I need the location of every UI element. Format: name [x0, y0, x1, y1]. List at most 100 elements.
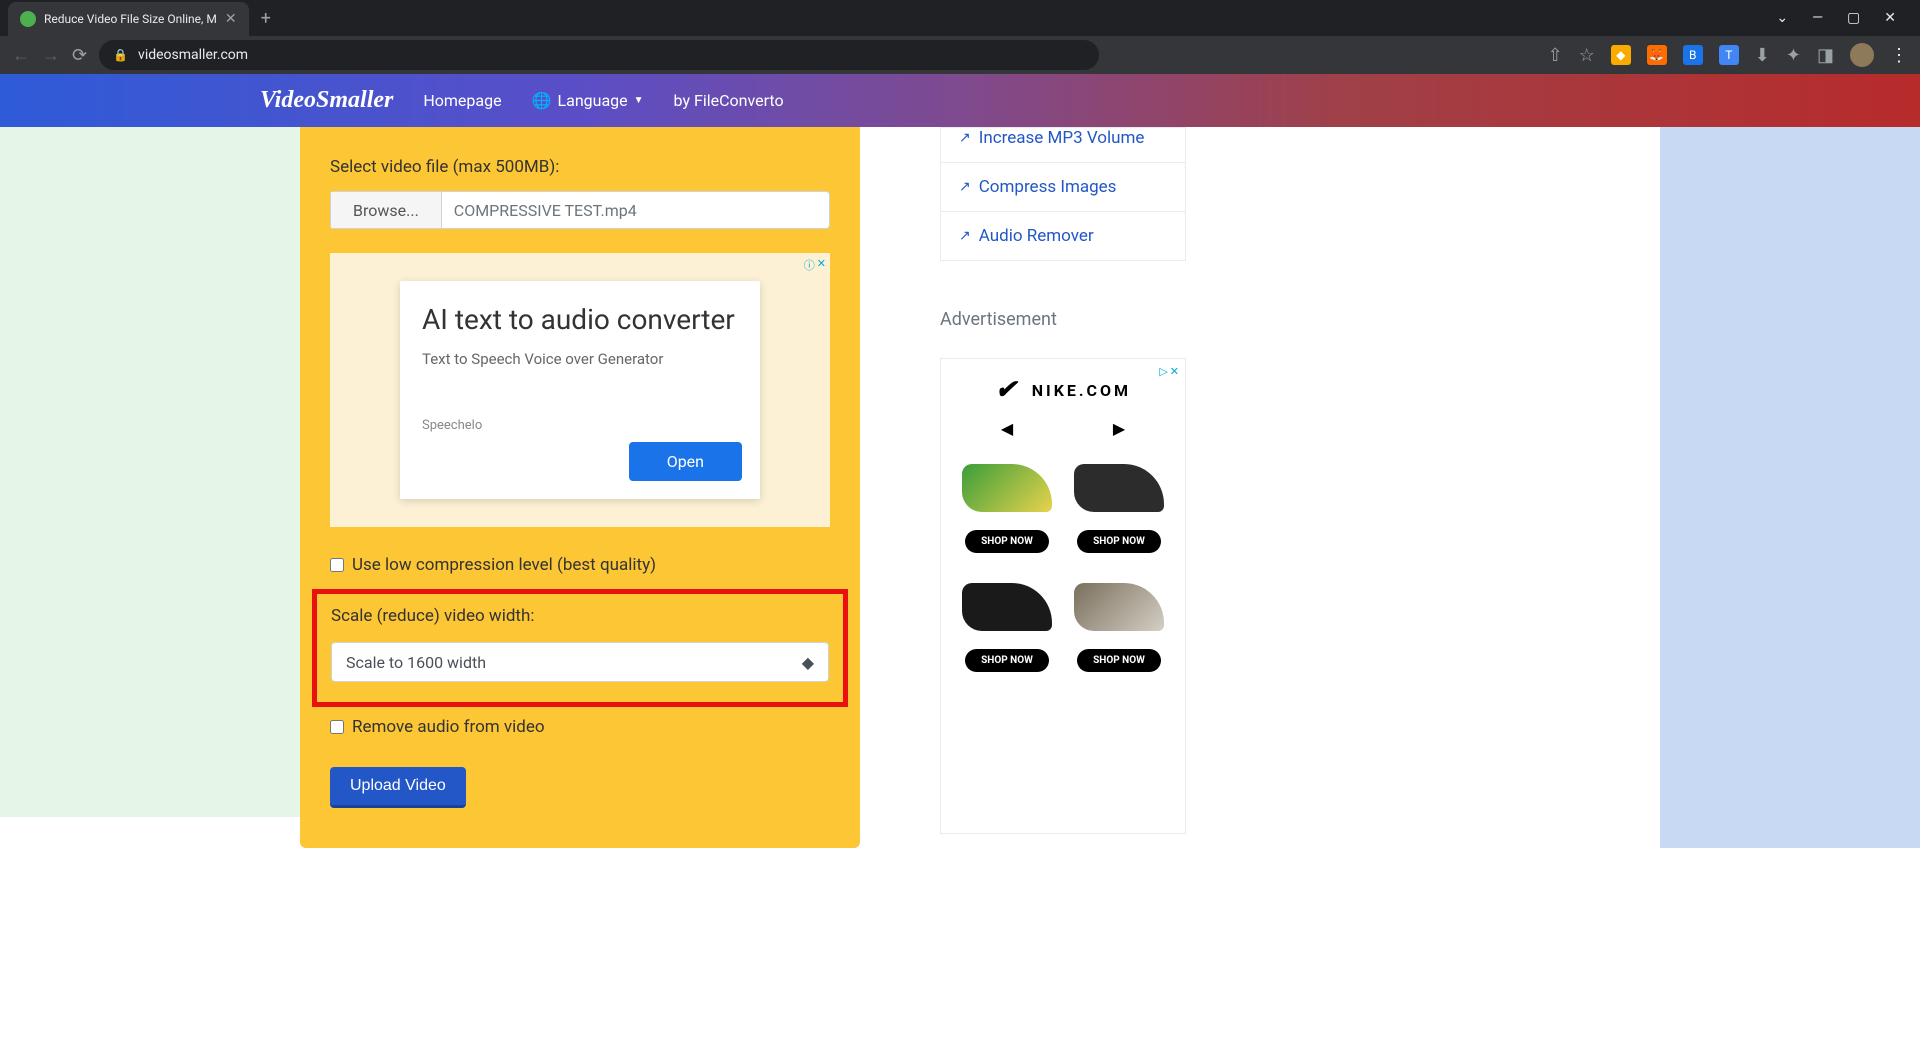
- page-viewport[interactable]: VideoSmaller Homepage 🌐 Language ▼ by Fi…: [0, 74, 1920, 1046]
- scale-select[interactable]: Scale to 1600 width ◆: [331, 642, 829, 682]
- site-navbar: VideoSmaller Homepage 🌐 Language ▼ by Fi…: [0, 74, 1920, 127]
- highlighted-scale-section: Scale (reduce) video width: Scale to 160…: [312, 589, 848, 707]
- scale-select-value: Scale to 1600 width: [346, 653, 486, 672]
- sidebar-link-compress[interactable]: ↗ Compress Images: [940, 163, 1186, 212]
- external-link-icon: ↗: [959, 179, 971, 195]
- sidebar-column: ↗ Increase MP3 Volume ↗ Compress Images …: [940, 127, 1186, 848]
- ad-badge-icon[interactable]: ⓘ✕: [804, 257, 826, 273]
- sidebar-link-label: Audio Remover: [979, 226, 1094, 246]
- select-file-label: Select video file (max 500MB):: [330, 157, 830, 177]
- tab-close-icon[interactable]: ✕: [225, 11, 237, 27]
- form-column: Select video file (max 500MB): Browse...…: [300, 127, 860, 848]
- profile-avatar[interactable]: [1850, 43, 1874, 67]
- ad-subtitle: Text to Speech Voice over Generator: [422, 350, 738, 368]
- nike-ad[interactable]: ▷✕ ✔ NIKE.COM ◀ ▶ SHOP NOW: [940, 358, 1186, 834]
- window-controls: ⌄ ― ▢ ✕: [1776, 10, 1912, 26]
- shoe-row: [951, 583, 1175, 631]
- toolbar-icons: ⇧ ☆ ◆ 🦊 B T ⬇ ✦ ◨ ⋮: [1548, 43, 1908, 67]
- external-link-icon: ↗: [959, 130, 971, 146]
- nav-fileconverto[interactable]: by FileConverto: [674, 91, 784, 110]
- shop-now-button[interactable]: SHOP NOW: [965, 530, 1049, 553]
- swoosh-icon: ✔: [995, 375, 1020, 405]
- nike-domain: NIKE.COM: [1032, 381, 1131, 400]
- chevron-down-icon: ▼: [634, 95, 644, 106]
- extension-icon[interactable]: B: [1683, 45, 1703, 65]
- url-text: videosmaller.com: [138, 47, 248, 63]
- shoe-image[interactable]: [962, 464, 1052, 512]
- shop-now-button[interactable]: SHOP NOW: [1077, 649, 1161, 672]
- carousel-arrows: ◀ ▶: [951, 419, 1175, 438]
- shoe-image[interactable]: [1074, 464, 1164, 512]
- shop-now-button[interactable]: SHOP NOW: [965, 649, 1049, 672]
- address-bar[interactable]: 🔒 videosmaller.com: [99, 40, 1099, 70]
- brand-logo[interactable]: VideoSmaller: [260, 87, 393, 114]
- upload-card: Select video file (max 500MB): Browse...…: [300, 127, 860, 848]
- shop-row: SHOP NOW SHOP NOW: [951, 530, 1175, 553]
- reload-button[interactable]: ⟳: [72, 45, 87, 66]
- low-compression-checkbox[interactable]: [330, 558, 344, 572]
- language-icon: 🌐: [532, 91, 552, 110]
- menu-icon[interactable]: ⋮: [1890, 45, 1908, 66]
- scale-label: Scale (reduce) video width:: [331, 606, 829, 626]
- close-window-icon[interactable]: ✕: [1884, 10, 1896, 26]
- new-tab-button[interactable]: +: [261, 8, 271, 29]
- tab-bar: Reduce Video File Size Online, M ✕ + ⌄ ―…: [0, 0, 1920, 36]
- browser-toolbar: ← → ⟳ 🔒 videosmaller.com ⇧ ☆ ◆ 🦊 B T ⬇ ✦…: [0, 36, 1920, 74]
- nav-language[interactable]: 🌐 Language ▼: [532, 91, 644, 110]
- tab-favicon-icon: [20, 11, 36, 27]
- sidebar-link-label: Increase MP3 Volume: [979, 128, 1145, 148]
- shop-now-button[interactable]: SHOP NOW: [1077, 530, 1161, 553]
- selected-filename: COMPRESSIVE TEST.mp4: [442, 192, 829, 228]
- forward-button[interactable]: →: [42, 45, 60, 66]
- low-compression-label: Use low compression level (best quality): [352, 555, 656, 575]
- ad-badge-icon[interactable]: ▷✕: [1159, 365, 1179, 378]
- ad-brand: Speechelo: [422, 418, 738, 433]
- maximize-icon[interactable]: ▢: [1847, 10, 1860, 26]
- nike-logo: ✔ NIKE.COM: [951, 375, 1175, 405]
- tab-title: Reduce Video File Size Online, M: [44, 12, 217, 26]
- sidebar-link-label: Compress Images: [979, 177, 1117, 197]
- extensions-icon[interactable]: ✦: [1786, 45, 1801, 66]
- external-link-icon: ↗: [959, 228, 971, 244]
- browse-button[interactable]: Browse...: [331, 192, 442, 228]
- remove-audio-checkbox[interactable]: [330, 720, 344, 734]
- back-button[interactable]: ←: [12, 45, 30, 66]
- downloads-icon[interactable]: ⬇: [1755, 45, 1770, 66]
- shop-row: SHOP NOW SHOP NOW: [951, 649, 1175, 672]
- select-caret-icon: ◆: [802, 653, 814, 672]
- remove-audio-row[interactable]: Remove audio from video: [330, 717, 830, 737]
- right-gutter: [1660, 127, 1920, 848]
- shoe-image[interactable]: [1074, 583, 1164, 631]
- share-icon[interactable]: ⇧: [1548, 45, 1563, 66]
- page-body: Select video file (max 500MB): Browse...…: [0, 127, 1920, 848]
- low-compression-row[interactable]: Use low compression level (best quality): [330, 555, 830, 575]
- chevron-down-icon[interactable]: ⌄: [1776, 10, 1788, 26]
- extension-icon[interactable]: T: [1719, 45, 1739, 65]
- left-gutter: [0, 127, 300, 817]
- bookmark-icon[interactable]: ☆: [1579, 45, 1595, 66]
- browser-chrome: Reduce Video File Size Online, M ✕ + ⌄ ―…: [0, 0, 1920, 74]
- inline-ad[interactable]: ⓘ✕ AI text to audio converter Text to Sp…: [330, 253, 830, 527]
- minimize-icon[interactable]: ―: [1812, 10, 1823, 26]
- side-panel-icon[interactable]: ◨: [1817, 45, 1834, 66]
- shoe-row: [951, 464, 1175, 512]
- nav-language-label: Language: [558, 91, 628, 110]
- remove-audio-label: Remove audio from video: [352, 717, 545, 737]
- extension-icon[interactable]: ◆: [1611, 45, 1631, 65]
- ad-title: AI text to audio converter: [422, 303, 738, 336]
- advertisement-label: Advertisement: [940, 309, 1186, 330]
- shoe-image[interactable]: [962, 583, 1052, 631]
- main-content: Select video file (max 500MB): Browse...…: [300, 127, 1660, 848]
- extension-icon[interactable]: 🦊: [1647, 45, 1667, 65]
- ad-card: AI text to audio converter Text to Speec…: [400, 281, 760, 499]
- browser-tab[interactable]: Reduce Video File Size Online, M ✕: [8, 2, 249, 36]
- sidebar-link-audio[interactable]: ↗ Audio Remover: [940, 212, 1186, 261]
- sidebar-link-mp3[interactable]: ↗ Increase MP3 Volume: [940, 127, 1186, 163]
- lock-icon: 🔒: [113, 48, 128, 62]
- ad-open-button[interactable]: Open: [629, 442, 742, 481]
- next-arrow-icon[interactable]: ▶: [1113, 419, 1125, 438]
- nav-homepage[interactable]: Homepage: [423, 91, 501, 110]
- upload-button[interactable]: Upload Video: [330, 767, 466, 808]
- prev-arrow-icon[interactable]: ◀: [1001, 419, 1013, 438]
- file-input-row: Browse... COMPRESSIVE TEST.mp4: [330, 191, 830, 229]
